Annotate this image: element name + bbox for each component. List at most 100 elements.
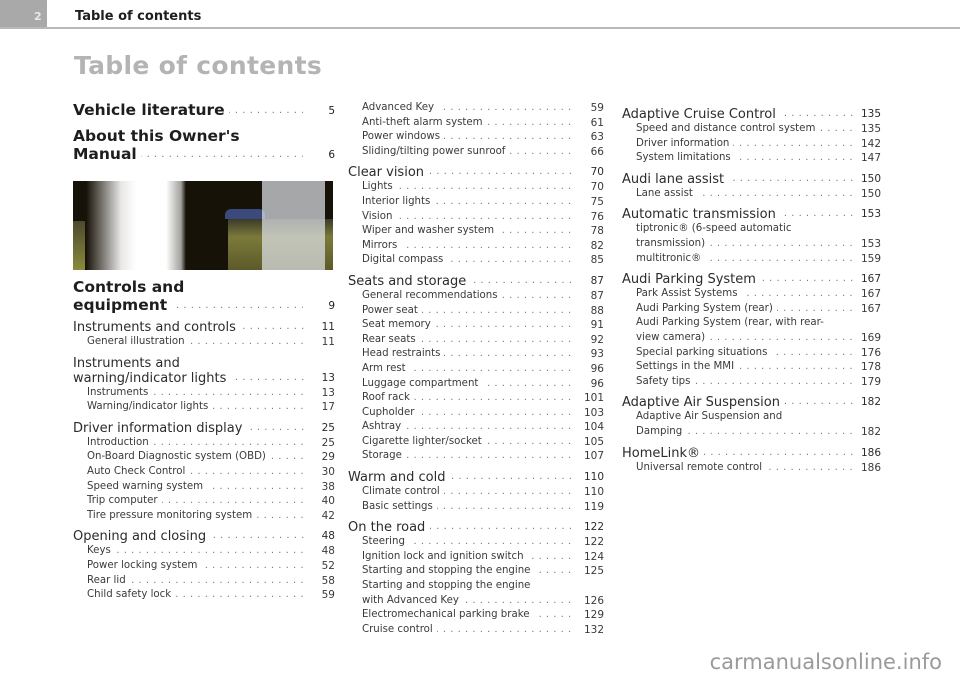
toc-entry-label: Lights	[362, 180, 576, 195]
toc-entry[interactable]: Audi Parking System (rear) 167	[622, 302, 881, 317]
toc-entry[interactable]: Audi Parking System (rear, with rear-vie…	[622, 316, 881, 346]
toc-entry[interactable]: Speed and distance control system 135	[622, 122, 881, 137]
toc-entry[interactable]: Universal remote control 186	[622, 461, 881, 476]
toc-entry[interactable]: Opening and closing 48	[73, 529, 335, 545]
toc-entry[interactable]: Settings in the MMI 178	[622, 360, 881, 375]
toc-entry-label: Roof rack	[362, 391, 576, 406]
toc-entry[interactable]: Climate control 110	[348, 485, 604, 500]
toc-entry[interactable]: Rear lid 58	[73, 574, 335, 589]
toc-entry-page-number: 75	[590, 195, 604, 208]
toc-entry[interactable]: Adaptive Air Suspension 182	[622, 395, 881, 411]
toc-entry[interactable]: Mirrors 82	[348, 239, 604, 254]
toc-entry[interactable]: tiptronic® (6-speed automatic transmissio…	[622, 222, 881, 252]
toc-entry[interactable]: Steering 122	[348, 535, 604, 550]
toc-entry-text: Ignition lock and ignition switch	[362, 550, 528, 562]
toc-entry[interactable]: Vehicle literature 5	[73, 101, 335, 119]
toc-entry-page-number: 167	[860, 302, 881, 315]
toc-entry[interactable]: Seats and storage 87	[348, 273, 604, 289]
toc-entry[interactable]: Cupholder 103	[348, 406, 604, 421]
photo-motion-blur	[86, 181, 186, 270]
toc-entry[interactable]: Special parking situations 176	[622, 346, 881, 361]
toc-entry[interactable]: Power locking system 52	[73, 559, 335, 574]
toc-entry[interactable]: Roof rack 101	[348, 391, 604, 406]
toc-entry[interactable]: Power windows 63	[348, 130, 604, 145]
toc-entry[interactable]: Starting and stopping the engine 125	[348, 564, 604, 579]
toc-entry-label: Seats and storage	[348, 273, 576, 289]
toc-entry[interactable]: Luggage compartment 96	[348, 377, 604, 392]
toc-entry[interactable]: Storage 107	[348, 449, 604, 464]
toc-entry[interactable]: Audi lane assist 150	[622, 171, 881, 187]
toc-entry[interactable]: Driver information 142	[622, 137, 881, 152]
toc-entry[interactable]: Seat memory 91	[348, 318, 604, 333]
toc-entry[interactable]: Auto Check Control 30	[73, 465, 335, 480]
toc-entry[interactable]: General recommendations 87	[348, 289, 604, 304]
toc-entry-label: Vehicle literature	[73, 101, 303, 119]
toc-entry[interactable]: On-Board Diagnostic system (OBD) 29	[73, 450, 335, 465]
toc-entry[interactable]: About this Owner'sManual 6	[73, 127, 335, 163]
toc-entry-page-number: 13	[321, 371, 335, 384]
toc-entry-text: Warm and cold	[348, 470, 450, 486]
toc-entry-page-number: 104	[583, 421, 604, 434]
toc-entry[interactable]: Speed warning system 38	[73, 480, 335, 495]
toc-entry-label: Seat memory	[362, 318, 576, 333]
toc-entry[interactable]: Trip computer 40	[73, 494, 335, 509]
toc-entry[interactable]: Tire pressure monitoring system 42	[73, 509, 335, 524]
toc-entry[interactable]: Ignition lock and ignition switch 124	[348, 550, 604, 565]
toc-entry[interactable]: Rear seats 92	[348, 333, 604, 348]
toc-entry[interactable]: Lights 70	[348, 180, 604, 195]
toc-entry-page-number: 129	[583, 609, 604, 622]
toc-entry-text: On-Board Diagnostic system (OBD)	[87, 451, 270, 463]
toc-entry-page-number: 93	[590, 348, 604, 361]
toc-entry[interactable]: Lane assist 150	[622, 187, 881, 202]
toc-entry[interactable]: Interior lights 75	[348, 195, 604, 210]
toc-entry[interactable]: Power seat 88	[348, 304, 604, 319]
toc-entry[interactable]: Instruments and controls 11	[73, 320, 335, 335]
toc-entry[interactable]: Vision 76	[348, 210, 604, 225]
toc-entry[interactable]: Instruments andwarning/indicator lights 1…	[73, 356, 335, 386]
toc-entry[interactable]: Warning/indicator lights 17	[73, 400, 335, 415]
toc-entry[interactable]: multitronic® 159	[622, 252, 881, 267]
toc-entry-text: Trip computer	[87, 495, 162, 507]
toc-entry-label: Power seat	[362, 304, 576, 319]
toc-entry[interactable]: Introduction 25	[73, 436, 335, 451]
toc-entry-page-number: 124	[583, 550, 604, 563]
toc-entry[interactable]: Park Assist Systems 167	[622, 287, 881, 302]
toc-entry[interactable]: Ashtray 104	[348, 420, 604, 435]
toc-entry[interactable]: Child safety lock 59	[73, 588, 335, 603]
toc-entry[interactable]: Controls andequipment 9	[73, 278, 335, 314]
toc-entry[interactable]: Driver information display 25	[73, 420, 335, 436]
toc-entry[interactable]: Adaptive Air Suspension and Damping 182	[622, 410, 881, 440]
toc-entry[interactable]: Starting and stopping the engine with Adv…	[348, 579, 604, 608]
toc-entry-page-number: 110	[583, 471, 604, 484]
toc-entry[interactable]: Anti-theft alarm system 61	[348, 116, 604, 131]
toc-entry[interactable]: Wiper and washer system 78	[348, 224, 604, 239]
toc-entry-page-number: 85	[590, 254, 604, 267]
toc-entry[interactable]: Electromechanical parking brake 129	[348, 608, 604, 623]
toc-entry-page-number: 107	[583, 450, 604, 463]
toc-entry-page-number: 167	[860, 273, 881, 286]
toc-entry[interactable]: Cruise control 132	[348, 623, 604, 638]
toc-entry[interactable]: Advanced Key 59	[348, 101, 604, 116]
toc-entry[interactable]: General illustration 11	[73, 335, 335, 350]
toc-entry-page-number: 48	[321, 545, 335, 558]
toc-entry[interactable]: Warm and cold 110	[348, 470, 604, 486]
toc-entry[interactable]: Sliding/tilting power sunroof 66	[348, 145, 604, 160]
toc-entry[interactable]: Instruments 13	[73, 386, 335, 401]
toc-entry[interactable]: Adaptive Cruise Control 135	[622, 107, 881, 122]
toc-entry[interactable]: Automatic transmission 153	[622, 207, 881, 223]
toc-entry-text: Vehicle literature	[73, 101, 229, 119]
toc-entry[interactable]: Keys 48	[73, 544, 335, 559]
toc-entry[interactable]: Digital compass 85	[348, 253, 604, 268]
toc-entry[interactable]: Basic settings 119	[348, 500, 604, 515]
toc-entry[interactable]: HomeLink® 186	[622, 445, 881, 461]
toc-entry[interactable]: Audi Parking System 167	[622, 272, 881, 288]
toc-entry[interactable]: On the road 122	[348, 520, 604, 536]
toc-entry[interactable]: Head restraints 93	[348, 347, 604, 362]
toc-entry[interactable]: Arm rest 96	[348, 362, 604, 377]
photo-detail	[225, 209, 265, 219]
toc-entry[interactable]: Cigarette lighter/socket 105	[348, 435, 604, 450]
toc-entry[interactable]: Clear vision 70	[348, 165, 604, 181]
toc-entry[interactable]: Safety tips 179	[622, 375, 881, 390]
toc-entry-text: Settings in the MMI	[636, 361, 739, 373]
toc-entry[interactable]: System limitations 147	[622, 151, 881, 166]
